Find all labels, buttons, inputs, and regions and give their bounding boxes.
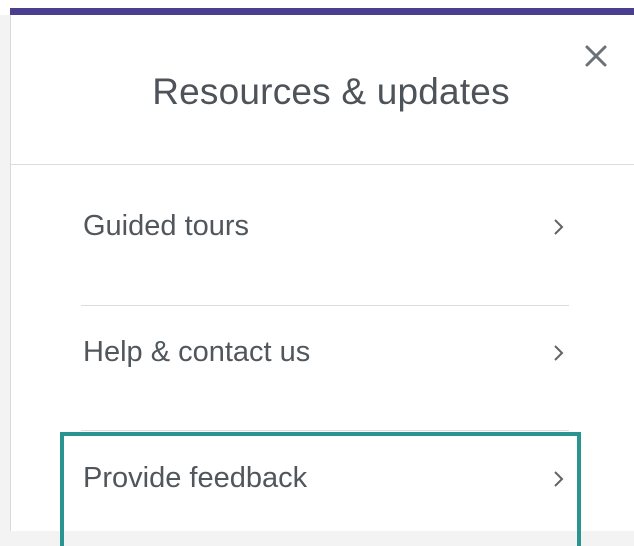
menu-item-label: Help & contact us [83,336,311,368]
resources-panel: Resources & updates Guided tours Help & … [10,15,634,546]
menu-item-label: Guided tours [83,210,250,242]
focus-outline [60,432,581,546]
panel-title: Resources & updates [152,71,510,112]
menu-item-help-contact[interactable]: Help & contact us [81,291,571,416]
close-button[interactable] [581,41,613,73]
accent-bar [10,8,634,15]
menu-item-guided-tours[interactable]: Guided tours [81,165,571,290]
close-icon [585,45,607,67]
chevron-right-icon [554,219,564,235]
panel-header: Resources & updates [11,15,634,165]
chevron-right-icon [554,345,564,361]
